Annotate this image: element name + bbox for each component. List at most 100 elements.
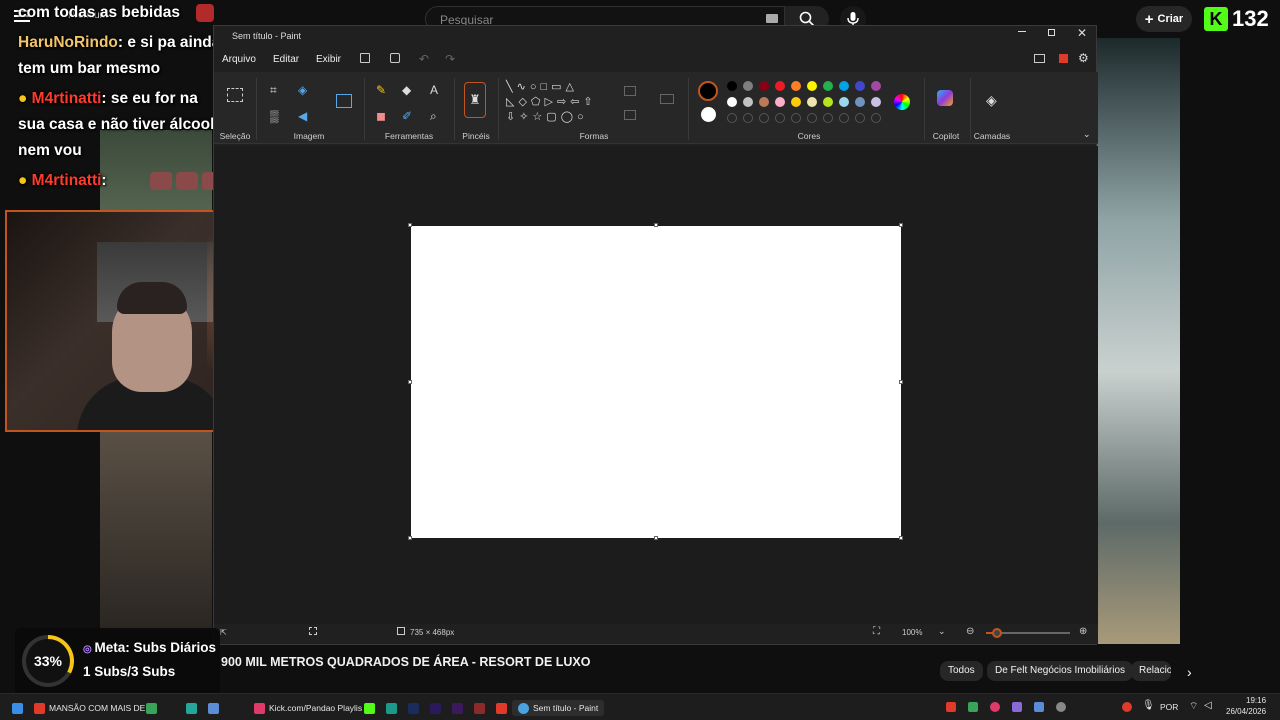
color-swatch[interactable]	[727, 81, 737, 91]
custom-color-slot[interactable]	[775, 113, 785, 123]
custom-color-slot[interactable]	[855, 113, 865, 123]
color-swatch[interactable]	[807, 97, 817, 107]
taskbar-app[interactable]	[208, 700, 219, 716]
fill-icon[interactable]: ◆	[402, 84, 411, 96]
custom-color-slot[interactable]	[807, 113, 817, 123]
color-swatch[interactable]	[791, 97, 801, 107]
color-swatch[interactable]	[823, 81, 833, 91]
color-swatch[interactable]	[871, 97, 881, 107]
taskbar-app-youtube[interactable]: MANSÃO COM MAIS DE	[34, 700, 145, 716]
resize-handle[interactable]	[899, 223, 903, 227]
resize-handle[interactable]	[408, 223, 412, 227]
secondary-color[interactable]	[701, 107, 716, 122]
edit-colors-icon[interactable]	[894, 94, 910, 110]
resize-handle[interactable]	[654, 536, 658, 540]
eraser-icon[interactable]: ◼	[376, 110, 386, 122]
text-icon[interactable]: A	[430, 84, 438, 96]
resize-handle[interactable]	[899, 536, 903, 540]
color-picker-icon[interactable]: ✐	[402, 110, 412, 122]
color-swatch[interactable]	[807, 81, 817, 91]
redo-icon[interactable]: ↷	[445, 53, 455, 65]
announcement-icon[interactable]	[1034, 54, 1045, 63]
custom-color-slot[interactable]	[871, 113, 881, 123]
color-swatch[interactable]	[759, 97, 769, 107]
minimize-icon[interactable]	[1018, 31, 1026, 32]
taskbar-app-kick[interactable]: Kick.com/Pandao Playlis	[254, 700, 362, 716]
menu-exibir[interactable]: Exibir	[316, 54, 341, 65]
color-swatch[interactable]	[839, 81, 849, 91]
primary-color[interactable]	[698, 81, 718, 101]
chevron-right-icon[interactable]: ›	[1187, 664, 1192, 680]
taskbar-app[interactable]	[474, 700, 485, 716]
custom-color-slot[interactable]	[839, 113, 849, 123]
maximize-icon[interactable]	[1048, 29, 1055, 36]
custom-color-slot[interactable]	[743, 113, 753, 123]
color-swatch[interactable]	[839, 97, 849, 107]
copilot-icon[interactable]	[937, 90, 953, 106]
color-swatch[interactable]	[759, 81, 769, 91]
shapes-gallery[interactable]: ╲∿○□▭△ ◺◇⬠▷⇨⇦⇧ ⇩✧☆▢◯○	[506, 80, 612, 124]
resize-handle[interactable]	[408, 536, 412, 540]
color-swatch[interactable]	[823, 97, 833, 107]
clock-date[interactable]: 26/04/2026	[1226, 707, 1266, 716]
settings-icon[interactable]: ⚙	[1078, 52, 1089, 64]
chip-related[interactable]: Relacio	[1131, 661, 1171, 681]
pencil-icon[interactable]: ✎	[376, 84, 386, 96]
menu-arquivo[interactable]: Arquivo	[222, 54, 256, 65]
volume-icon[interactable]: ◁	[1204, 700, 1212, 711]
system-tray[interactable]: 🎙	[946, 700, 1246, 715]
rotate-icon[interactable]: ◀	[298, 110, 307, 122]
menu-editar[interactable]: Editar	[273, 54, 299, 65]
record-icon[interactable]	[1059, 54, 1068, 63]
color-swatch[interactable]	[727, 97, 737, 107]
clock-time[interactable]: 19:16	[1246, 696, 1266, 705]
outline-icon[interactable]	[624, 86, 636, 96]
language-indicator[interactable]: POR	[1160, 702, 1178, 712]
resize-handle[interactable]	[408, 380, 412, 384]
custom-color-slot[interactable]	[823, 113, 833, 123]
custom-color-slot[interactable]	[791, 113, 801, 123]
fit-to-window-icon[interactable]: ⛶	[873, 626, 880, 637]
share-icon[interactable]	[390, 53, 400, 63]
color-swatch[interactable]	[871, 81, 881, 91]
resize-handle[interactable]	[654, 223, 658, 227]
taskbar-app[interactable]	[364, 700, 375, 716]
layers-icon[interactable]: ◈	[986, 93, 997, 107]
fill-style-icon[interactable]	[624, 110, 636, 120]
color-swatch[interactable]	[775, 81, 785, 91]
taskbar-app[interactable]	[386, 700, 397, 716]
network-icon[interactable]: ⌔	[1189, 700, 1198, 713]
crop-icon[interactable]: ⌗	[270, 84, 277, 96]
create-button[interactable]: + Criar	[1136, 6, 1192, 32]
background-removal-icon[interactable]: ▒	[270, 110, 279, 122]
zoom-slider-thumb[interactable]	[992, 628, 1002, 638]
taskbar-app-photoshop[interactable]	[408, 700, 419, 716]
keyboard-icon[interactable]	[766, 14, 778, 23]
image-select-icon[interactable]	[336, 94, 352, 108]
color-swatch[interactable]	[855, 81, 865, 91]
undo-icon[interactable]: ↶	[419, 53, 429, 65]
resize-handle[interactable]	[899, 380, 903, 384]
resize-icon[interactable]: ◈	[298, 84, 307, 96]
close-icon[interactable]: ✕	[1077, 26, 1087, 40]
color-swatch[interactable]	[775, 97, 785, 107]
start-button[interactable]	[12, 700, 23, 716]
zoom-in-icon[interactable]: ⊕	[1079, 626, 1087, 637]
magnifier-icon[interactable]: ⌕	[430, 110, 437, 122]
drawing-canvas[interactable]	[408, 223, 903, 540]
custom-color-slot[interactable]	[759, 113, 769, 123]
color-swatch[interactable]	[791, 81, 801, 91]
taskbar-app[interactable]	[146, 700, 157, 716]
size-icon[interactable]	[660, 94, 674, 104]
brush-button[interactable]: ♜	[464, 82, 486, 118]
chevron-down-icon[interactable]: ⌄	[1083, 128, 1091, 140]
custom-color-slot[interactable]	[727, 113, 737, 123]
chevron-down-icon[interactable]: ⌄	[938, 626, 946, 637]
color-swatch[interactable]	[743, 81, 753, 91]
chip-todos[interactable]: Todos	[940, 661, 983, 681]
zoom-out-icon[interactable]: ⊖	[966, 626, 974, 637]
color-swatch[interactable]	[743, 97, 753, 107]
taskbar-app-aftereffects[interactable]	[430, 700, 441, 716]
taskbar-app-premiere[interactable]	[452, 700, 463, 716]
taskbar-app[interactable]	[496, 700, 507, 716]
